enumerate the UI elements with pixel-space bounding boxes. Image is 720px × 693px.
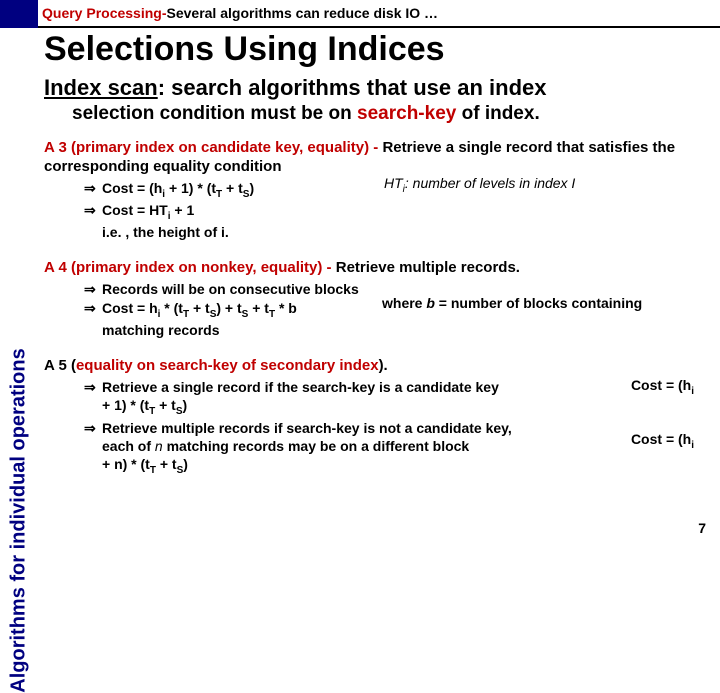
- a5-bullet-1: ⇒ Retrieve a single record if the search…: [84, 378, 710, 418]
- sub-subheading: selection condition must be on search-ke…: [72, 103, 710, 125]
- arrow-icon: ⇒: [84, 419, 102, 477]
- sidebar: Algorithms for individual operations: [0, 28, 38, 540]
- arrow-icon: ⇒: [84, 299, 102, 339]
- top-bar: Query Processing- Several algorithms can…: [0, 0, 720, 28]
- sidebar-label: Algorithms for individual operations: [8, 348, 31, 692]
- subheading-term: Index scan: [44, 75, 158, 100]
- subheading: Index scan: search algorithms that use a…: [44, 75, 710, 101]
- a3-aside: HTi: number of levels in index I: [384, 175, 575, 195]
- a5-cost-1: Cost = (hi: [631, 377, 694, 397]
- top-bar-accent: [0, 0, 38, 28]
- header-rest: Several algorithms can reduce disk IO …: [167, 5, 439, 21]
- arrow-icon: ⇒: [84, 280, 102, 298]
- subheading-rest: : search algorithms that use an index: [158, 75, 547, 100]
- a5-cost-2: Cost = (hi: [631, 431, 694, 451]
- a3-bullet-2: ⇒ Cost = HTi + 1 i.e. , the height of i.: [84, 201, 710, 241]
- a3-heading: A 3 (primary index on candidate key, equ…: [44, 139, 710, 177]
- a4-heading: A 4 (primary index on nonkey, equality) …: [44, 259, 710, 278]
- slide-content: Selections Using Indices Index scan: sea…: [38, 28, 720, 540]
- section-a4: A 4 (primary index on nonkey, equality) …: [44, 259, 710, 339]
- section-a5: A 5 (equality on search-key of secondary…: [44, 357, 710, 477]
- page-number: 7: [698, 520, 706, 536]
- arrow-icon: ⇒: [84, 378, 102, 418]
- slide-title: Selections Using Indices: [44, 30, 710, 69]
- a5-heading: A 5 (equality on search-key of secondary…: [44, 357, 710, 376]
- a5-bullet-2: ⇒ Retrieve multiple records if search-ke…: [84, 419, 710, 477]
- slide-header: Query Processing- Several algorithms can…: [38, 0, 720, 28]
- arrow-icon: ⇒: [84, 201, 102, 241]
- arrow-icon: ⇒: [84, 179, 102, 201]
- section-a3: A 3 (primary index on candidate key, equ…: [44, 139, 710, 241]
- a4-aside: where b = number of blocks containing: [382, 295, 642, 311]
- header-prefix: Query Processing-: [42, 5, 167, 21]
